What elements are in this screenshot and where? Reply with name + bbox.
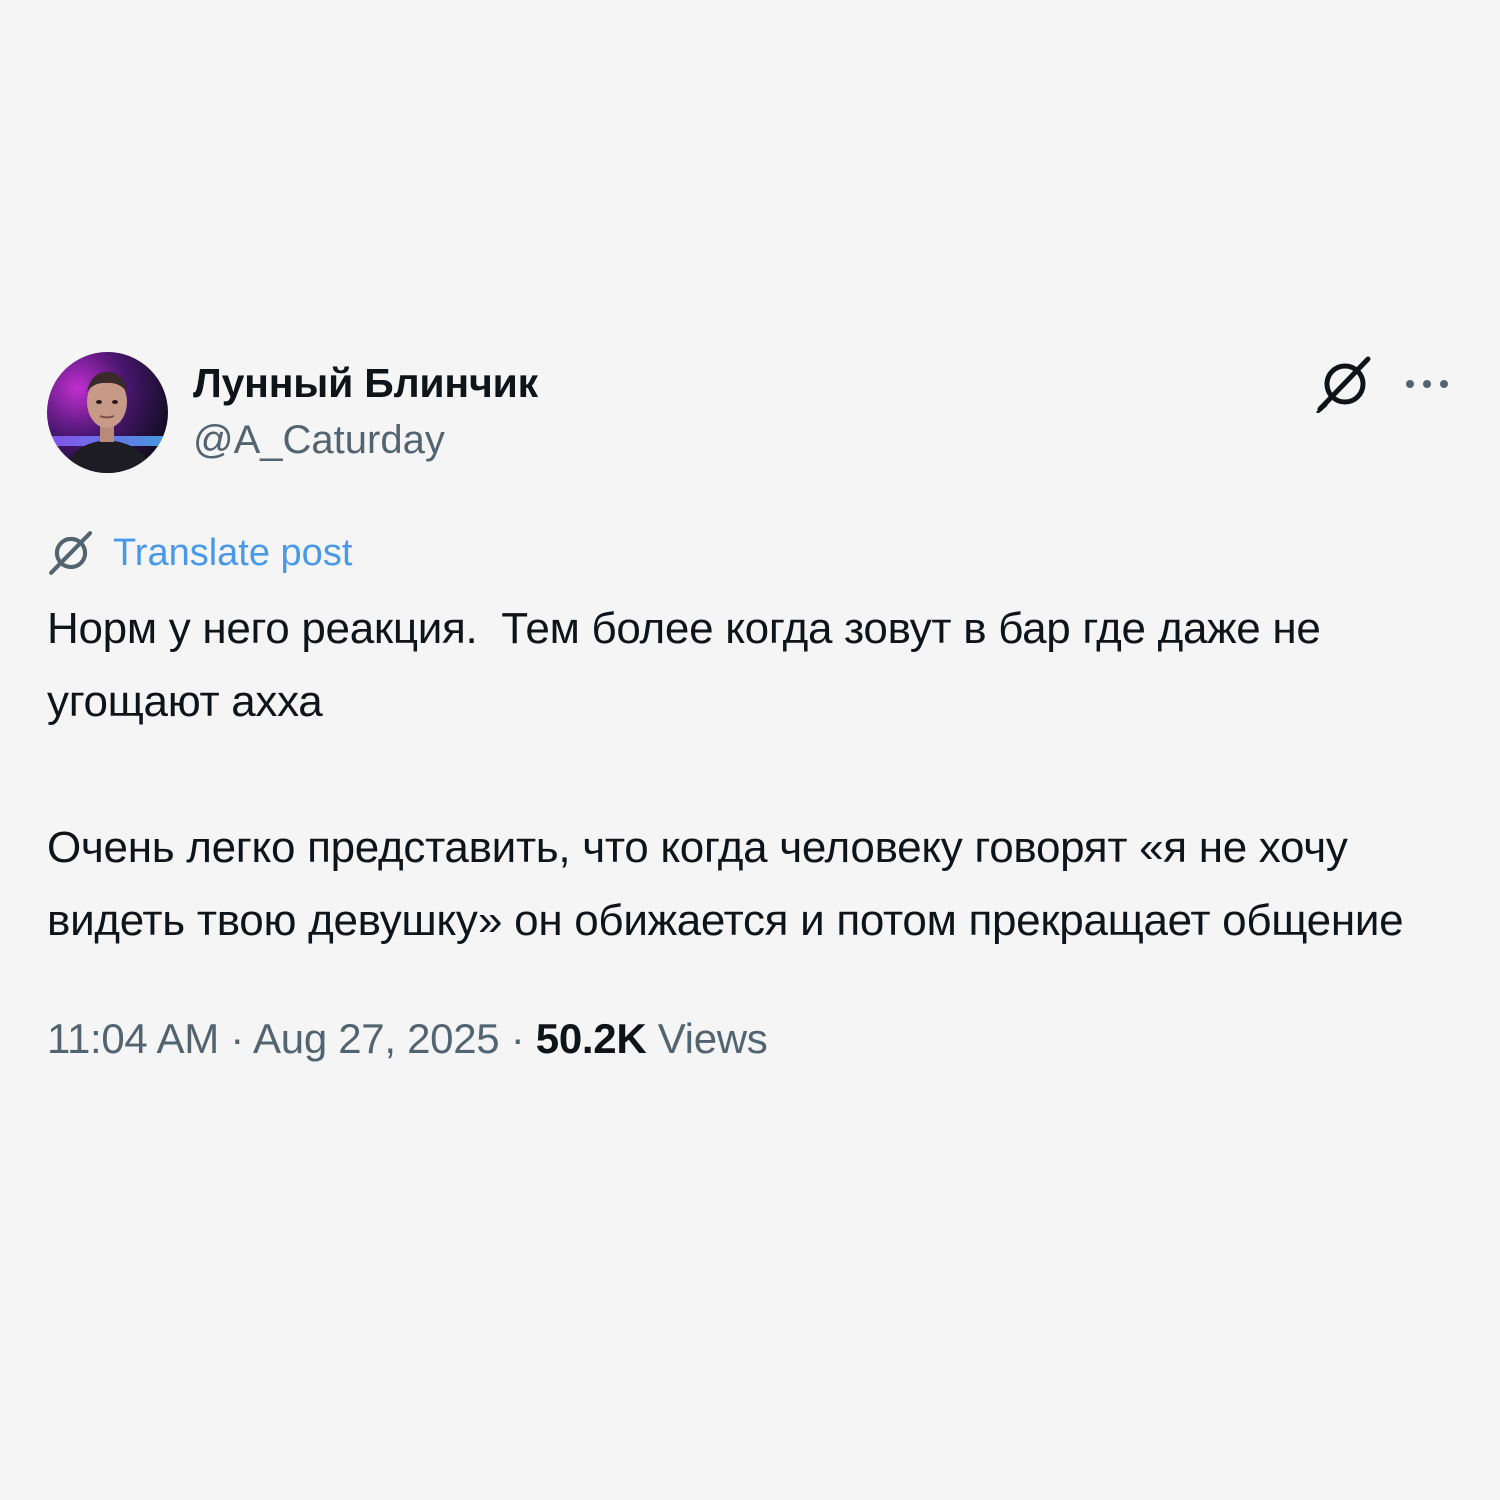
translate-post-link[interactable]: Translate post	[47, 526, 1457, 580]
post-date[interactable]: Aug 27, 2025	[253, 1015, 500, 1062]
more-button[interactable]	[1397, 354, 1457, 414]
views-count[interactable]: 50.2K	[536, 1015, 647, 1062]
header-actions	[1315, 354, 1457, 414]
author-display-name[interactable]: Лунный Блинчик	[193, 358, 538, 408]
translate-post-label: Translate post	[113, 531, 353, 574]
meta-separator-2: ·	[499, 1015, 536, 1062]
post: Лунный Блинчик @A_Caturday Translate pos…	[47, 352, 1457, 1069]
author-names: Лунный Блинчик @A_Caturday	[193, 358, 538, 468]
views-label: Views	[646, 1015, 768, 1062]
post-time[interactable]: 11:04 AM	[47, 1015, 219, 1062]
post-text: Норм у него реакция. Тем более когда зов…	[47, 604, 1404, 945]
more-dots-icon	[1406, 380, 1448, 388]
grok-button[interactable]	[1315, 354, 1375, 414]
author-handle[interactable]: @A_Caturday	[193, 412, 538, 468]
post-meta: 11:04 AM · Aug 27, 2025 · 50.2K Views	[47, 1009, 1457, 1069]
avatar[interactable]	[47, 352, 168, 473]
post-header: Лунный Блинчик @A_Caturday	[47, 352, 1457, 474]
grok-icon	[1316, 356, 1371, 413]
meta-separator-1: ·	[218, 1015, 254, 1062]
grok-translate-icon	[47, 528, 97, 578]
